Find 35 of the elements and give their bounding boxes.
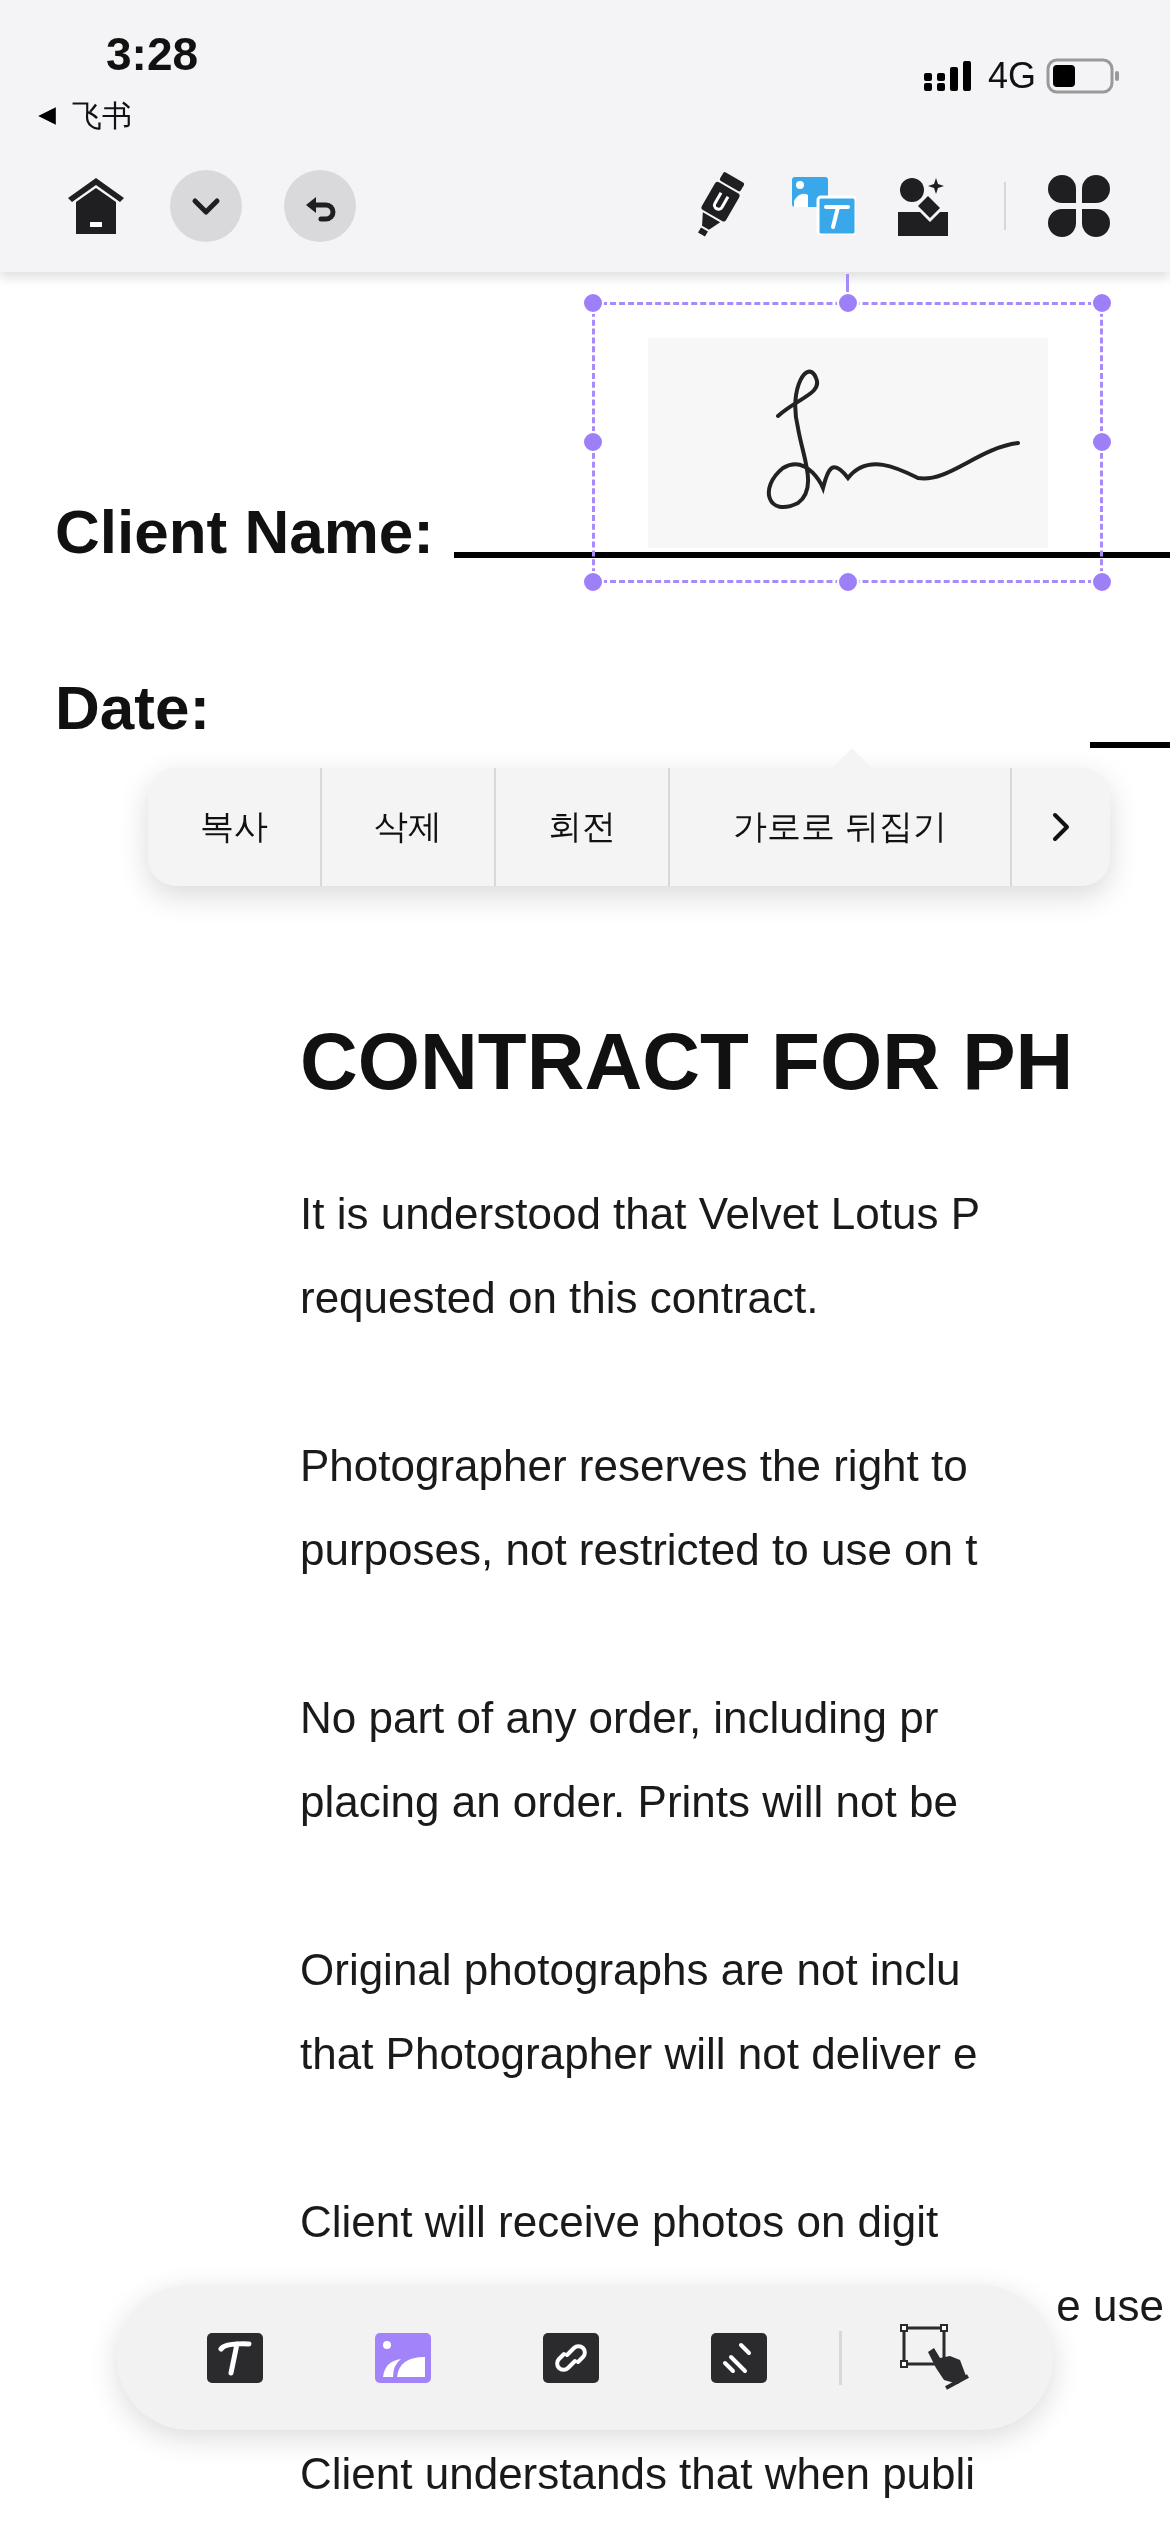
contract-text-line: that Photographer will not deliver e [300, 2029, 978, 2078]
link-icon [543, 2332, 599, 2383]
tool-button[interactable] [900, 2323, 972, 2392]
contract-text-line: purposes, not restricted to use on t [300, 1525, 978, 1574]
rotate-handle-line[interactable] [846, 274, 849, 292]
field-label: Client Name: [55, 496, 434, 568]
contract-text-line: Client understands that when publi [300, 2449, 976, 2498]
undo-icon[interactable] [284, 170, 356, 242]
status-time: 3:28 [106, 27, 199, 82]
contract-text-line: Photographer reserves the right to [300, 1441, 968, 1490]
contract-heading: CONTRACT FOR PH [299, 1016, 1075, 1108]
menu-item[interactable]: 삭제 [322, 768, 496, 886]
battery-icon [1046, 58, 1120, 94]
field-label: Date: [55, 672, 211, 744]
back-arrow-icon[interactable] [36, 105, 58, 127]
contract-text-line: placing an order. Prints will not be [300, 1777, 958, 1826]
chevron-down-icon[interactable] [170, 170, 242, 242]
contract-text-line: Client will receive photos on digit [300, 2197, 939, 2246]
back-app-link[interactable]: 飞书 [72, 98, 132, 134]
contract-text-line: No part of any order, including pr [300, 1693, 939, 1742]
menu-item[interactable]: 회전 [496, 768, 670, 886]
menu-item[interactable]: 복사 [148, 768, 322, 886]
contract-text-line: Original photographs are not inclu [300, 1945, 961, 1994]
menu-item[interactable]: 가로로 뒤집기 [670, 768, 1012, 886]
text-tool-icon [207, 2332, 263, 2383]
strikethrough-icon [711, 2332, 767, 2383]
contract-text-line: e use [1056, 2280, 1164, 2332]
contract-text-line: requested on this contract. [300, 1273, 819, 1322]
apps-grid-icon[interactable] [1048, 175, 1110, 237]
image-tool-icon [375, 2332, 431, 2383]
contract-text-line: It is understood that Velvet Lotus P [300, 1189, 980, 1238]
select-hand-icon [900, 2323, 972, 2392]
chevron-right-icon [1051, 811, 1071, 843]
translate-icon[interactable] [792, 177, 856, 235]
network-type: 4G [987, 56, 1036, 96]
